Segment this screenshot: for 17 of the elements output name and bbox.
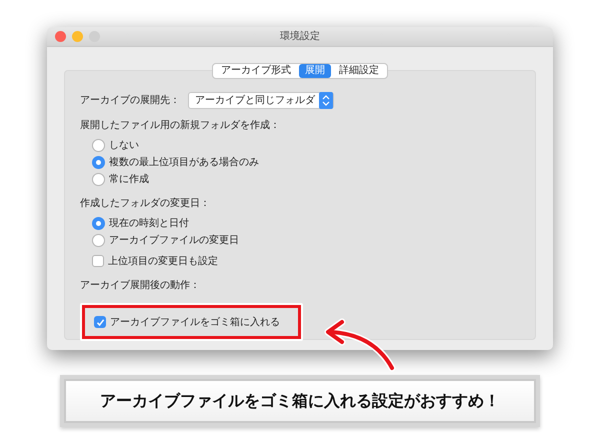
option-label: しない <box>109 138 139 152</box>
option-label: 現在の時刻と日付 <box>109 216 189 230</box>
section-heading: アーカイブ展開後の動作： <box>80 278 201 293</box>
option-label: 複数の最上位項目がある場合のみ <box>109 156 259 170</box>
option-label: 常に作成 <box>109 172 149 186</box>
option-label: アーカイブファイルの変更日 <box>109 234 239 248</box>
option-label: 上位項目の変更日も設定 <box>108 254 218 268</box>
tab[interactable]: 展開 <box>299 64 331 78</box>
tab[interactable]: 詳細設定 <box>331 64 387 78</box>
caption-text: アーカイブファイルをゴミ箱に入れる設定がおすすめ！ <box>100 390 500 412</box>
section-heading: 展開したファイル用の新規フォルダを作成： <box>80 118 281 133</box>
tab[interactable]: アーカイブ形式 <box>213 64 299 78</box>
option-label: アーカイブファイルをゴミ箱に入れる <box>110 316 280 330</box>
field-label: アーカイブの展開先： <box>80 94 180 108</box>
section-heading: 作成したフォルダの変更日： <box>80 196 211 211</box>
folder-popup[interactable]: アーカイブと同じフォルダ <box>188 92 334 109</box>
window-title: 環境設定 <box>280 30 320 44</box>
